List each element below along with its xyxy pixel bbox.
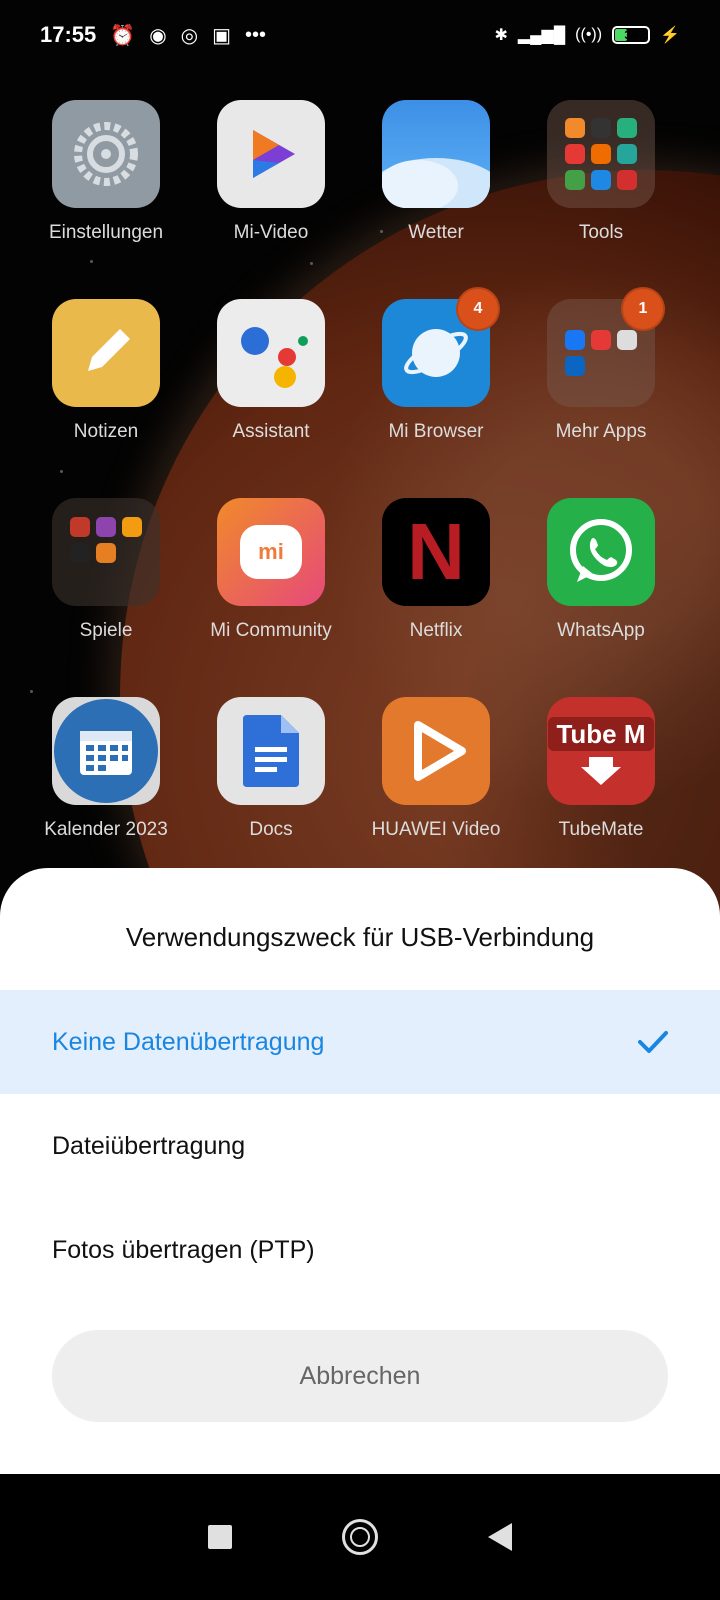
cancel-button[interactable]: Abbrechen	[52, 1330, 668, 1422]
signal-icon: ▂▄▆█	[517, 27, 566, 44]
app-label: Mi Browser	[388, 421, 484, 442]
app-mi-browser[interactable]: 4 Mi Browser	[352, 287, 520, 443]
app-netflix[interactable]: N Netflix	[352, 498, 520, 642]
option-no-data-transfer[interactable]: Keine Datenübertragung	[0, 990, 720, 1094]
huawei-video-icon	[382, 697, 490, 805]
app-tools-folder[interactable]: Tools	[517, 100, 685, 244]
home-icon[interactable]	[342, 1519, 378, 1555]
app-label: Kalender 2023	[44, 819, 168, 840]
status-time: 17:55	[40, 22, 97, 47]
app-docs[interactable]: Docs	[187, 697, 355, 841]
app-label: Notizen	[73, 421, 139, 442]
app-label: Mi-Video	[233, 222, 309, 243]
app-kalender-2023[interactable]: Kalender 2023	[22, 697, 190, 841]
app-notizen[interactable]: Notizen	[22, 299, 190, 443]
assistant-dots-icon	[217, 299, 325, 407]
app-einstellungen[interactable]: Einstellungen	[22, 100, 190, 244]
notification-icon: ◉	[149, 24, 167, 47]
app-label: WhatsApp	[557, 620, 645, 641]
notification-badge: 4	[456, 287, 500, 331]
app-label: Docs	[249, 819, 293, 840]
usb-purpose-dialog: Verwendungszweck für USB-Verbindung Kein…	[0, 868, 720, 1474]
option-label: Keine Datenübertragung	[52, 1027, 325, 1056]
app-spiele-folder[interactable]: Spiele	[22, 498, 190, 642]
option-label: Fotos übertragen (PTP)	[52, 1235, 315, 1264]
pencil-icon	[52, 299, 160, 407]
bluetooth-icon: ✱	[494, 27, 508, 44]
app-huawei-video[interactable]: HUAWEI Video	[352, 697, 520, 841]
recents-icon[interactable]	[208, 1525, 232, 1549]
app-label: Mi Community	[210, 620, 332, 641]
alarm-icon: ⏰	[110, 24, 136, 47]
charging-icon: ⚡	[660, 27, 680, 44]
app-label: HUAWEI Video	[371, 819, 501, 840]
weather-cloud-icon	[382, 100, 490, 208]
app-mi-video[interactable]: Mi-Video	[187, 100, 355, 244]
app-label: Tools	[578, 222, 624, 243]
folder-icon	[547, 100, 655, 208]
folder-icon	[52, 498, 160, 606]
more-icon: •••	[245, 23, 267, 46]
notification-badge: 1	[621, 287, 665, 331]
option-photo-transfer-ptp[interactable]: Fotos übertragen (PTP)	[0, 1198, 720, 1302]
app-mi-community[interactable]: mi Mi Community	[187, 498, 355, 642]
app-label: Spiele	[79, 620, 133, 641]
app-assistant[interactable]: Assistant	[187, 299, 355, 443]
instagram-icon: ▣	[212, 24, 231, 47]
dialog-title: Verwendungszweck für USB-Verbindung	[125, 922, 595, 952]
app-mehr-apps-folder[interactable]: 1 Mehr Apps	[517, 287, 685, 443]
settings-gear-icon	[52, 100, 160, 208]
whatsapp-icon	[547, 498, 655, 606]
checkmark-icon	[638, 1031, 668, 1053]
app-tubemate[interactable]: Tube M TubeMate	[517, 697, 685, 841]
option-label: Dateiübertragung	[52, 1131, 246, 1160]
app-label: Assistant	[232, 421, 310, 442]
wifi-icon: ((•))	[575, 26, 603, 43]
app-label: Einstellungen	[48, 222, 164, 243]
status-bar: 17:55 ⏰ ◉ ◎ ▣ ••• ✱ ▂▄▆█ ((•)) 34 ⚡	[0, 0, 720, 70]
calendar-icon	[52, 697, 160, 805]
back-icon[interactable]	[488, 1523, 512, 1551]
tubemate-icon: Tube M	[547, 697, 655, 805]
option-file-transfer[interactable]: Dateiübertragung	[0, 1094, 720, 1198]
play-icon	[217, 100, 325, 208]
app-label: TubeMate	[558, 819, 644, 840]
battery-icon: 34	[612, 26, 651, 44]
chrome-icon: ◎	[180, 24, 199, 47]
app-label: Netflix	[409, 620, 463, 641]
netflix-icon: N	[382, 498, 490, 606]
app-whatsapp[interactable]: WhatsApp	[517, 498, 685, 642]
mi-community-icon: mi	[217, 498, 325, 606]
navigation-bar	[0, 1474, 720, 1600]
app-label: Wetter	[408, 222, 464, 243]
app-wetter[interactable]: Wetter	[352, 100, 520, 244]
docs-icon	[217, 697, 325, 805]
app-label: Mehr Apps	[555, 421, 647, 442]
